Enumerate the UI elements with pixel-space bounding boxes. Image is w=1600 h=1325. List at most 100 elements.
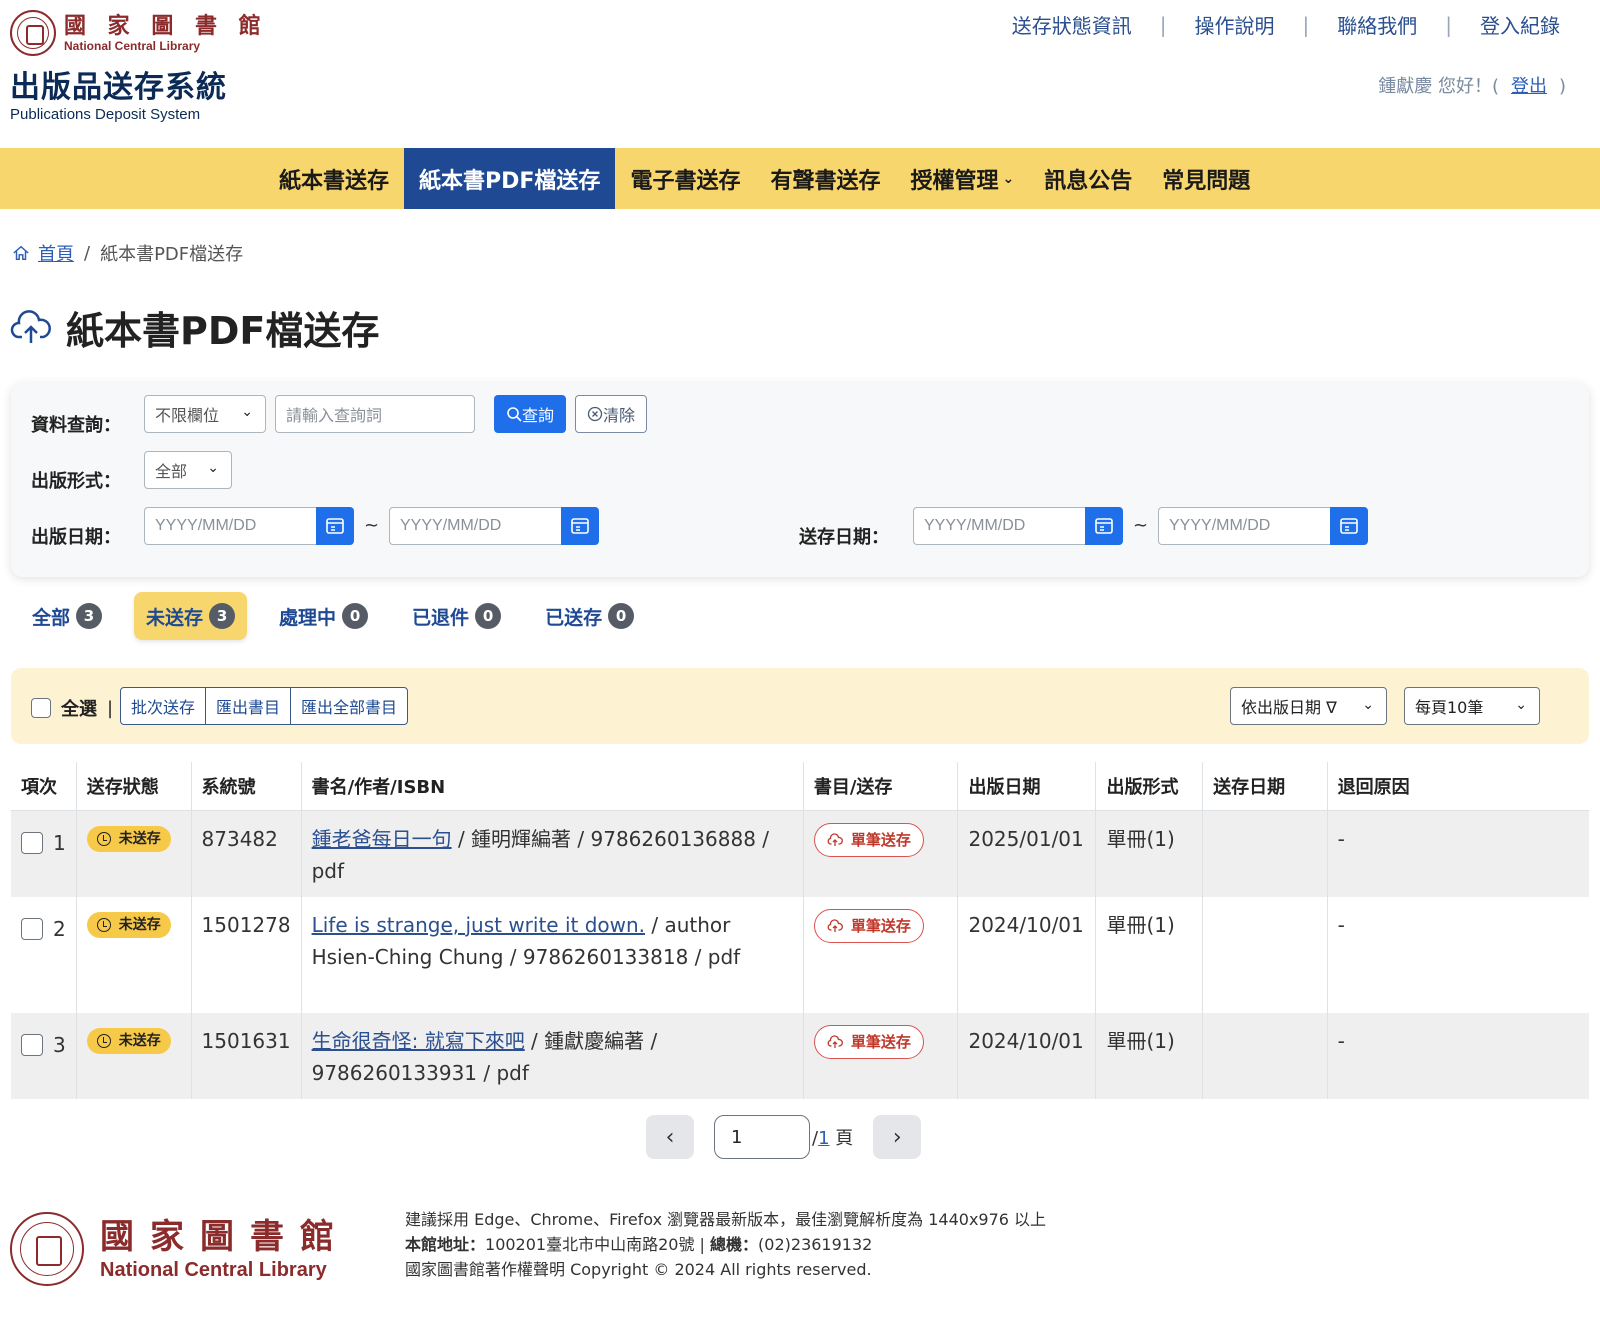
list-toolbar: 全選 | 批次送存 匯出書目 匯出全部書目 依出版日期 ∇ ⌄ 每頁10筆 ⌄ xyxy=(11,668,1589,744)
single-send-button[interactable]: 單筆送存 xyxy=(813,1024,924,1059)
format-select-value: 全部 xyxy=(155,462,188,481)
row-index: 3 xyxy=(53,1032,66,1057)
clear-button[interactable]: 清除 xyxy=(575,395,647,433)
nav-faq[interactable]: 常見問題 xyxy=(1147,148,1265,209)
cell-title: 鍾老爸每日一句 / 鍾明輝編著 / 9786260136888 / pdf xyxy=(301,810,804,897)
page-size-value: 每頁10筆 xyxy=(1415,698,1484,717)
footer-info: 建議採用 Edge、Chrome、Firefox 瀏覽器最新版本，最佳瀏覽解析度… xyxy=(405,1207,1046,1282)
chevron-down-icon: ⌄ xyxy=(1515,697,1527,713)
deposit-date-end: YYYY/MM/DD xyxy=(1158,507,1368,545)
nav-announcements[interactable]: 訊息公告 xyxy=(1029,148,1147,209)
book-title-link[interactable]: Life is strange, just write it down. xyxy=(312,913,645,937)
query-input[interactable]: 請輸入查詢詞 xyxy=(275,395,475,433)
footer-library-name-cn: 國家圖書館 xyxy=(100,1217,350,1257)
sort-select[interactable]: 依出版日期 ∇ ⌄ xyxy=(1230,687,1387,725)
row-checkbox[interactable] xyxy=(21,1033,43,1056)
single-send-button[interactable]: 單筆送存 xyxy=(813,908,924,943)
column-header: 項次 xyxy=(11,762,77,811)
cell-status: 未送存 xyxy=(76,896,192,1013)
count-badge: 3 xyxy=(76,603,103,629)
table-row: 2 未送存 1501278 Life is strange, just writ… xyxy=(11,896,1589,1013)
deposit-table: 項次 送存狀態 系統號 書名/作者/ISBN 書目/送存 出版日期 出版形式 送… xyxy=(11,762,1589,1099)
contact-line: 本館地址：100201臺北市中山南路20號 | 總機：(02)23619132 xyxy=(405,1232,1046,1257)
single-send-button[interactable]: 單筆送存 xyxy=(813,822,924,857)
browser-note: 建議採用 Edge、Chrome、Firefox 瀏覽器最新版本，最佳瀏覽解析度… xyxy=(405,1210,1047,1229)
nav-audiobook[interactable]: 有聲書送存 xyxy=(755,148,895,209)
next-page-button[interactable]: › xyxy=(873,1115,922,1159)
cell-send: 單筆送存 xyxy=(803,896,959,1013)
field-select[interactable]: 不限欄位 ⌄ xyxy=(144,395,266,433)
tab-deposited[interactable]: 已送存 0 xyxy=(533,592,646,640)
site-logo[interactable]: 國 家 圖 書 館 National Central Library 出版品送存… xyxy=(10,10,268,123)
book-title-link[interactable]: 鍾老爸每日一句 xyxy=(312,827,452,851)
nav-paper-book[interactable]: 紙本書送存 xyxy=(264,148,404,209)
page-number-input[interactable]: 1 xyxy=(714,1115,810,1159)
book-title-link[interactable]: 生命很奇怪: 就寫下來吧 xyxy=(312,1029,525,1053)
breadcrumb: 首頁 / 紙本書PDF檔送存 xyxy=(12,240,243,266)
logout-link[interactable]: 登出 xyxy=(1511,76,1547,97)
chevron-right-icon: › xyxy=(892,1124,902,1150)
count-badge: 0 xyxy=(608,603,635,629)
chevron-left-icon: ‹ xyxy=(665,1124,675,1150)
tab-processing[interactable]: 處理中 0 xyxy=(267,592,380,640)
nav-paper-pdf[interactable]: 紙本書PDF檔送存 xyxy=(404,148,616,209)
deposit-date-start-input[interactable]: YYYY/MM/DD xyxy=(913,507,1085,545)
count-badge: 0 xyxy=(342,603,369,629)
library-name-cn: 國 家 圖 書 館 xyxy=(64,13,268,39)
cell-format: 單冊(1) xyxy=(1095,810,1204,897)
date-placeholder: YYYY/MM/DD xyxy=(155,517,257,534)
export-all-button[interactable]: 匯出全部書目 xyxy=(291,688,407,724)
clear-circle-icon xyxy=(587,406,603,422)
column-header: 書名/作者/ISBN xyxy=(301,762,804,811)
column-header: 書目/送存 xyxy=(803,762,959,811)
breadcrumb-home[interactable]: 首頁 xyxy=(38,240,74,266)
page-size-select[interactable]: 每頁10筆 ⌄ xyxy=(1404,687,1540,725)
address-label: 本館地址： xyxy=(405,1235,486,1254)
column-header: 出版日期 xyxy=(957,762,1097,811)
select-all-label: 全選 xyxy=(61,699,97,720)
link-instructions[interactable]: 操作說明 xyxy=(1195,10,1275,39)
deposit-date-end-input[interactable]: YYYY/MM/DD xyxy=(1158,507,1330,545)
cell-deposit-date xyxy=(1202,810,1328,897)
cloud-upload-icon xyxy=(827,1034,843,1048)
divider: | xyxy=(107,697,114,719)
format-select[interactable]: 全部 ⌄ xyxy=(144,451,232,489)
select-all-checkbox[interactable] xyxy=(31,698,51,718)
calendar-icon[interactable] xyxy=(316,507,354,545)
user-greeting: 鍾獻慶 您好！(登出) xyxy=(1378,72,1566,98)
copyright: 國家圖書館著作權聲明 Copyright © 2024 All rights r… xyxy=(405,1260,872,1279)
pub-date-end-input[interactable]: YYYY/MM/DD xyxy=(389,507,561,545)
tab-not-deposited[interactable]: 未送存 3 xyxy=(134,592,248,640)
query-button[interactable]: 查詢 xyxy=(494,395,566,433)
row-checkbox[interactable] xyxy=(21,917,43,940)
pagination: ‹ 1 /1 頁 › xyxy=(646,1115,922,1159)
link-deposit-status[interactable]: 送存狀態資訊 xyxy=(1012,10,1132,39)
single-send-label: 單筆送存 xyxy=(850,916,911,935)
chevron-down-icon: ⌄ xyxy=(1002,170,1015,187)
calendar-icon[interactable] xyxy=(561,507,599,545)
calendar-icon[interactable] xyxy=(1085,507,1123,545)
table-row: 3 未送存 1501631 生命很奇怪: 就寫下來吧 / 鍾獻慶編著 / 978… xyxy=(11,1012,1589,1099)
cell-index: 1 xyxy=(11,810,77,897)
tab-all[interactable]: 全部 3 xyxy=(20,592,114,640)
link-login-record[interactable]: 登入紀錄 xyxy=(1480,10,1560,39)
export-list-button[interactable]: 匯出書目 xyxy=(206,688,292,724)
library-seal-icon xyxy=(10,10,56,56)
tab-returned[interactable]: 已退件 0 xyxy=(400,592,513,640)
batch-send-button[interactable]: 批次送存 xyxy=(121,688,207,724)
table-row: 1 未送存 873482 鍾老爸每日一句 / 鍾明輝編著 / 978626013… xyxy=(11,810,1589,897)
home-icon xyxy=(13,245,29,261)
link-contact[interactable]: 聯絡我們 xyxy=(1337,10,1417,39)
date-range-tilde: ~ xyxy=(1133,515,1149,536)
prev-page-button[interactable]: ‹ xyxy=(646,1115,694,1159)
status-badge: 未送存 xyxy=(86,825,171,852)
page-heading: 紙本書PDF檔送存 xyxy=(10,300,379,355)
nav-ebook[interactable]: 電子書送存 xyxy=(615,148,755,209)
calendar-icon[interactable] xyxy=(1330,507,1368,545)
pub-date-start-input[interactable]: YYYY/MM/DD xyxy=(144,507,316,545)
pub-date-end: YYYY/MM/DD xyxy=(389,507,599,545)
nav-license[interactable]: 授權管理 ⌄ xyxy=(895,148,1029,209)
row-checkbox[interactable] xyxy=(21,831,43,854)
date-placeholder: YYYY/MM/DD xyxy=(924,517,1026,534)
total-pages-link[interactable]: 1 xyxy=(818,1128,829,1149)
